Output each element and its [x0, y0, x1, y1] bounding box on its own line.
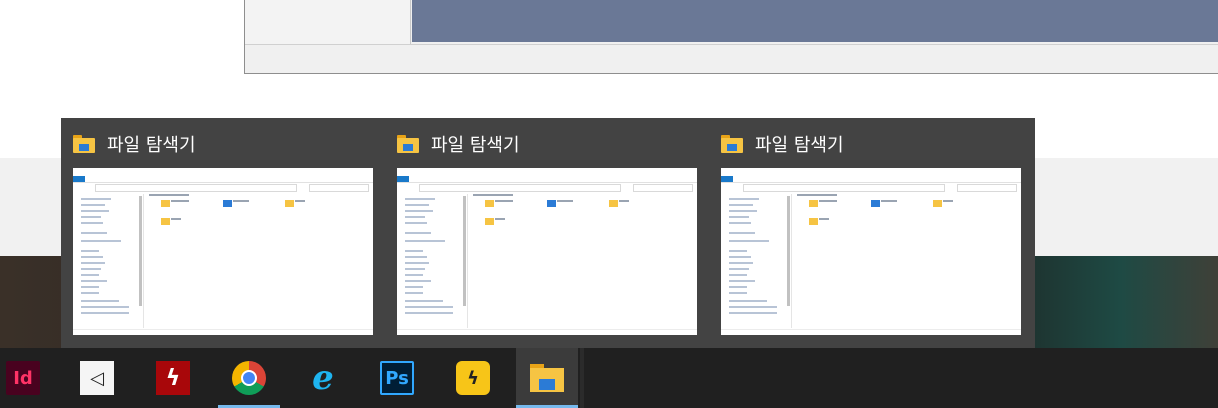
indesign-icon: Id: [6, 361, 40, 395]
taskbar-button-indesign[interactable]: Id: [0, 348, 54, 408]
window-thumbnail-1[interactable]: 파일 탐색기: [61, 118, 385, 348]
window-preview[interactable]: [721, 168, 1021, 335]
unity-icon: ◁: [80, 361, 114, 395]
window-thumbnail-2[interactable]: 파일 탐색기: [385, 118, 709, 348]
thumbnail-title: 파일 탐색기: [755, 135, 844, 156]
taskbar-button-chrome[interactable]: [218, 348, 280, 408]
file-explorer-icon: [721, 135, 743, 153]
file-explorer-icon: [73, 135, 95, 153]
background-window: [244, 0, 1218, 74]
taskbar: Id ◁ ϟ e Ps ϟ: [0, 348, 1218, 408]
background-window-divider: [245, 44, 1218, 45]
window-preview[interactable]: [73, 168, 373, 335]
thumbnail-header: 파일 탐색기: [397, 132, 520, 156]
photoshop-icon: Ps: [380, 361, 414, 395]
window-preview[interactable]: [397, 168, 697, 335]
taskbar-button-file-explorer[interactable]: [516, 348, 578, 408]
internet-explorer-icon: e: [312, 358, 334, 398]
thumbnail-title: 파일 탐색기: [107, 135, 196, 156]
file-explorer-icon: [530, 364, 564, 392]
background-window-content: [412, 0, 1218, 42]
window-thumbnail-3[interactable]: 파일 탐색기: [709, 118, 1033, 348]
taskbar-button-photoshop[interactable]: Ps: [366, 348, 428, 408]
flash-icon: ϟ: [156, 361, 190, 395]
taskbar-thumbnail-flyout: 파일 탐색기 파일 탐색기 파일 탐색기: [61, 118, 1035, 348]
taskbar-button-unity[interactable]: ◁: [66, 348, 128, 408]
yellow-app-icon: ϟ: [456, 361, 490, 395]
file-explorer-icon: [397, 135, 419, 153]
chrome-icon: [232, 361, 266, 395]
thumbnail-header: 파일 탐색기: [721, 132, 844, 156]
thumbnail-header: 파일 탐색기: [73, 132, 196, 156]
taskbar-divider: [580, 348, 584, 408]
thumbnail-title: 파일 탐색기: [431, 135, 520, 156]
taskbar-button-yellow-app[interactable]: ϟ: [442, 348, 504, 408]
taskbar-button-flash[interactable]: ϟ: [142, 348, 204, 408]
background-window-left-pane: [245, 0, 411, 44]
taskbar-button-internet-explorer[interactable]: e: [292, 348, 354, 408]
